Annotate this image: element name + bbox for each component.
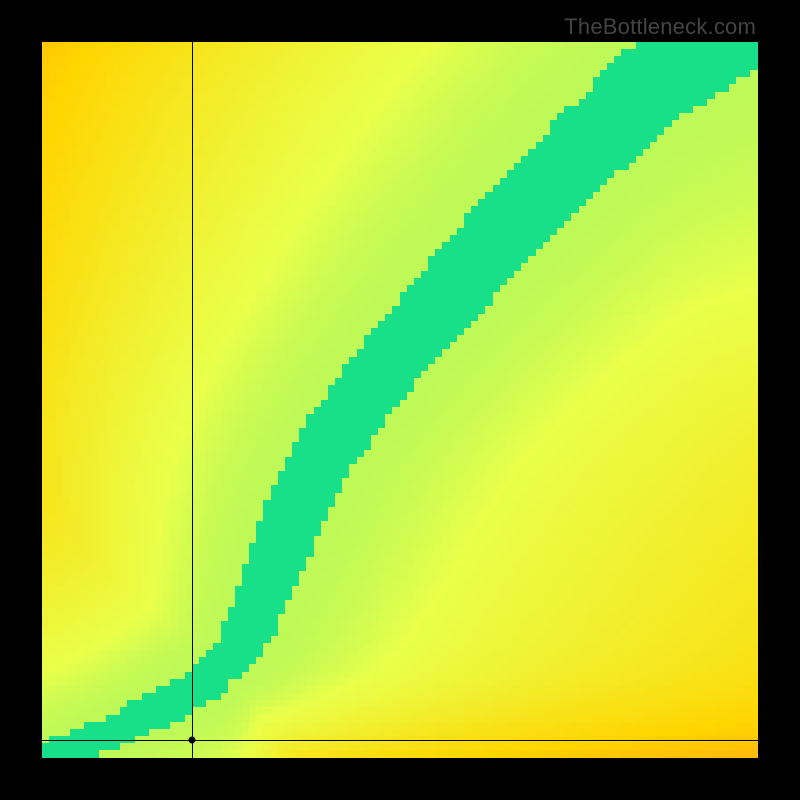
crosshair-point	[189, 737, 196, 744]
crosshair-vertical	[192, 42, 193, 758]
crosshair-horizontal	[42, 740, 758, 741]
heatmap-canvas	[42, 42, 758, 758]
chart-frame: TheBottleneck.com	[0, 0, 800, 800]
watermark-text: TheBottleneck.com	[564, 14, 756, 40]
plot-area	[42, 42, 758, 758]
